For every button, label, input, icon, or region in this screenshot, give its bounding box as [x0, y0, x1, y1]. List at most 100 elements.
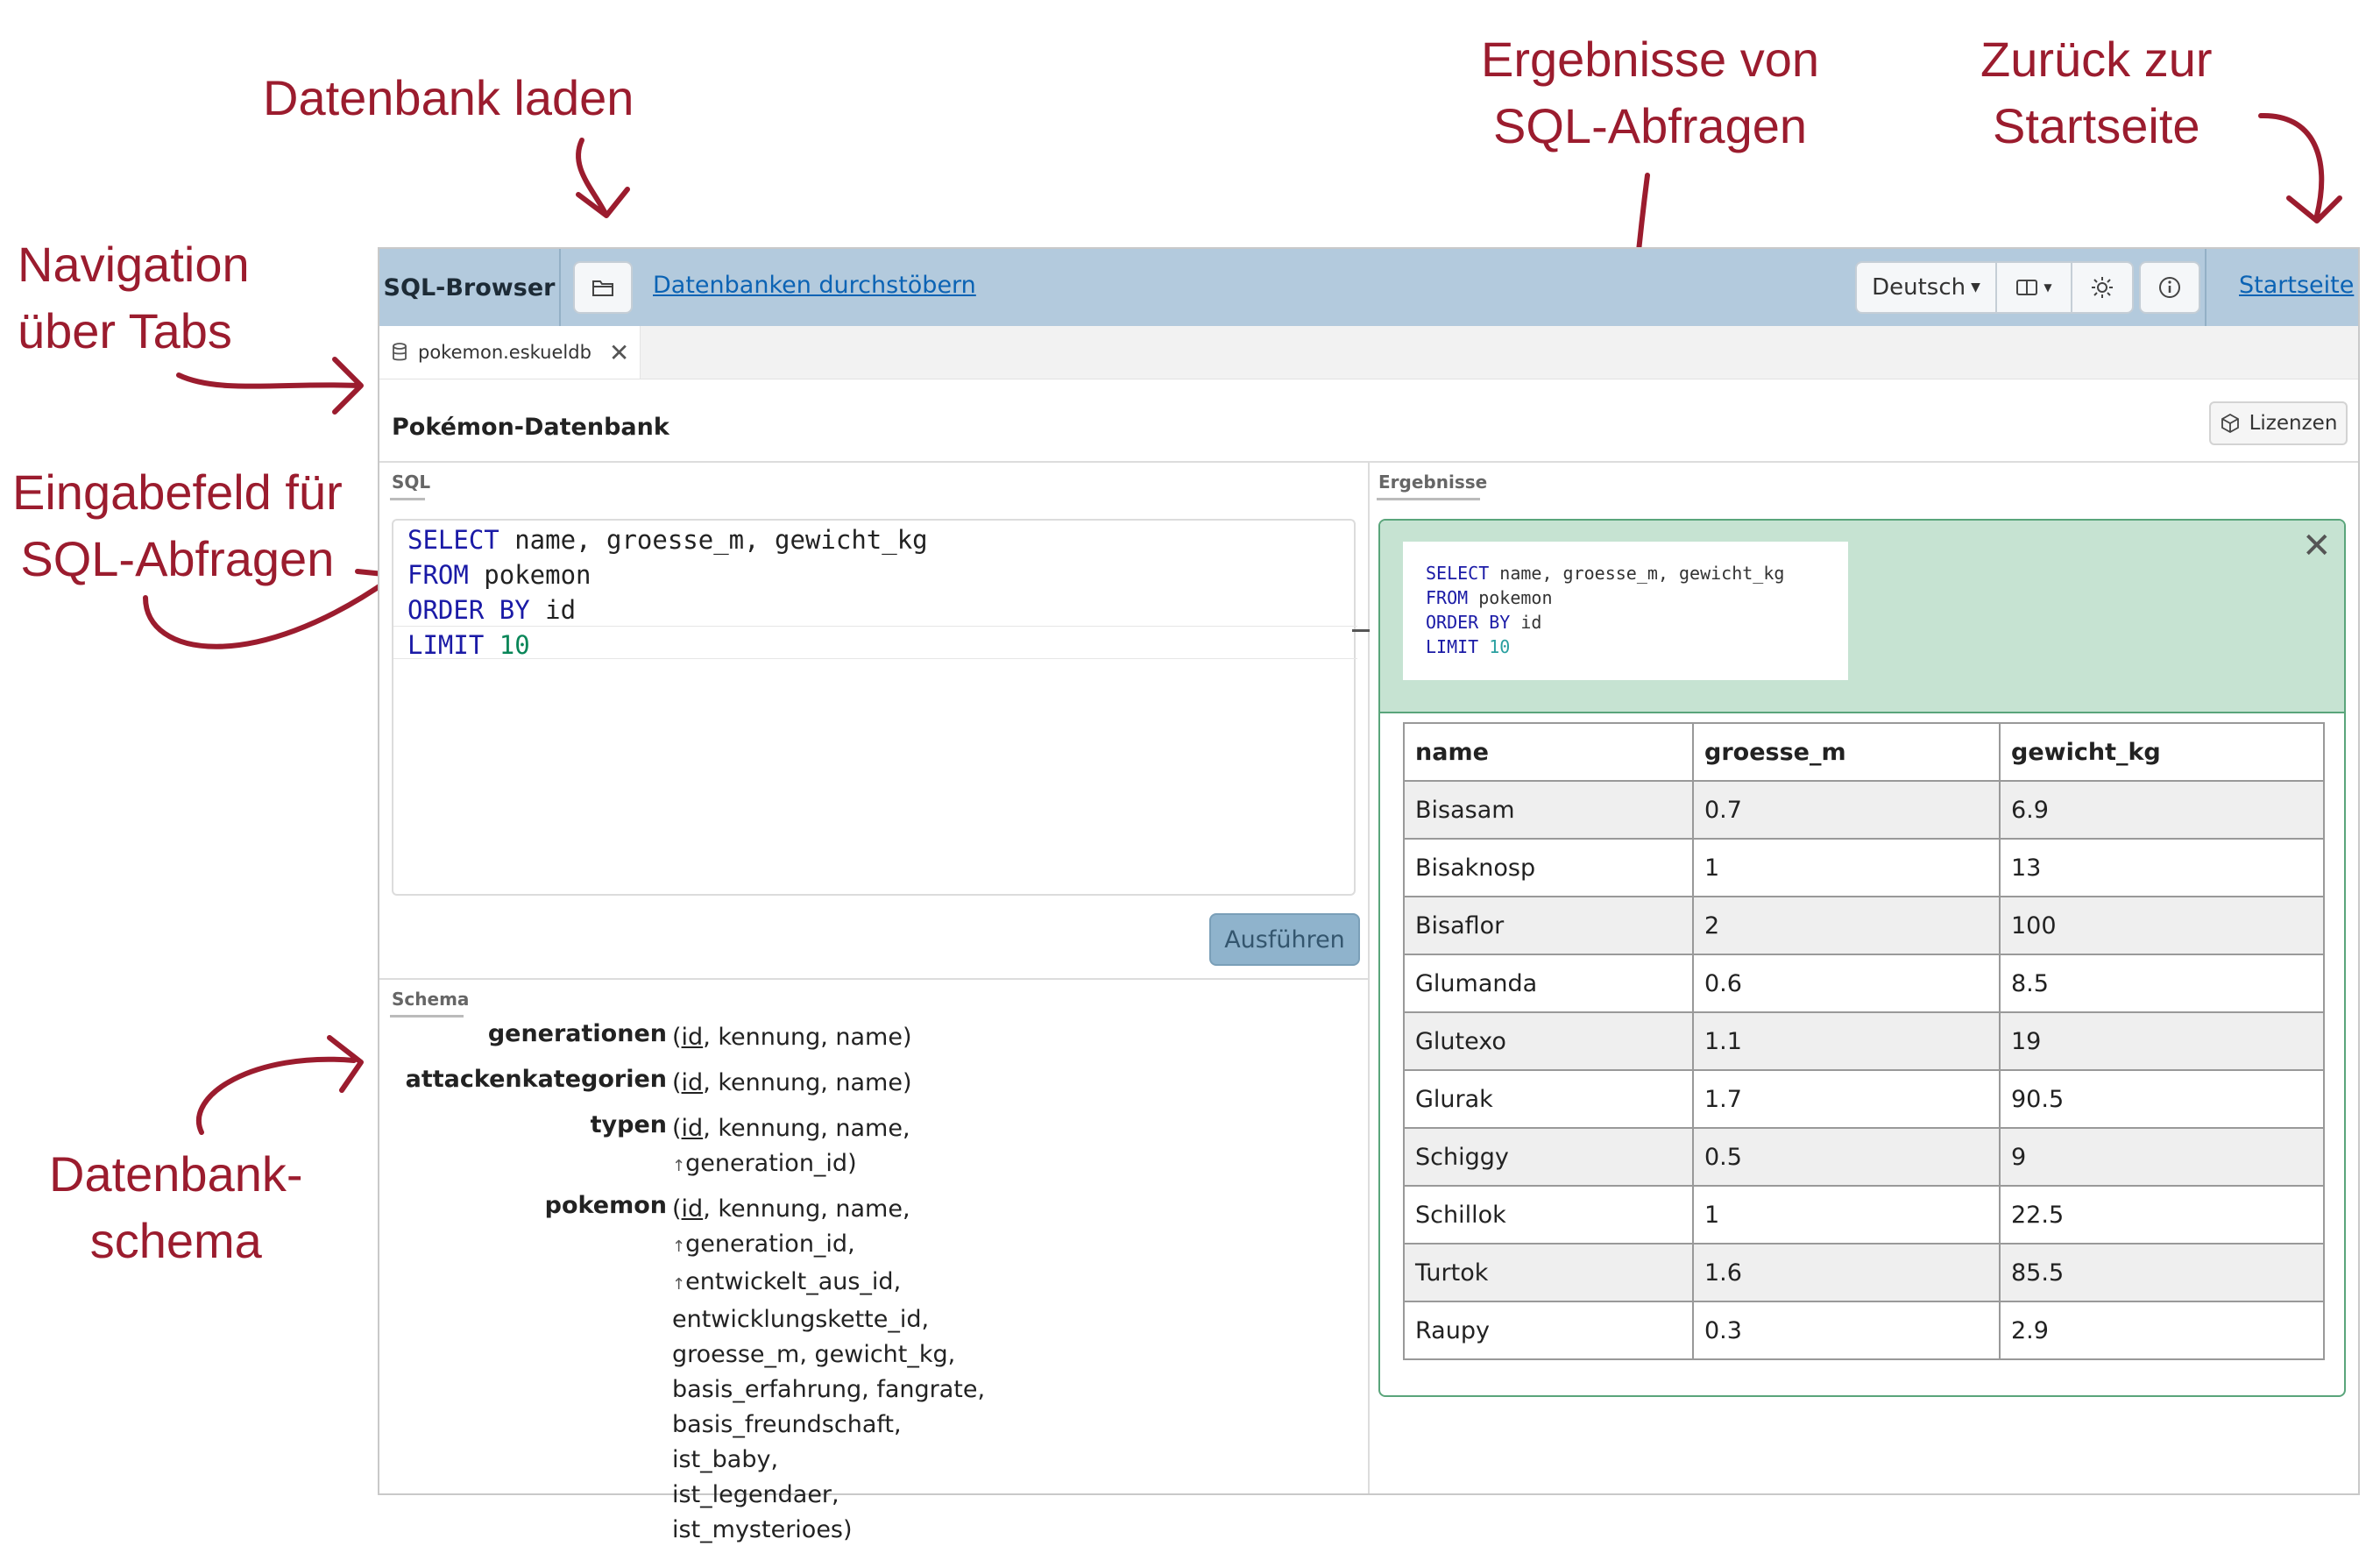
- section-underline: [1377, 498, 1480, 500]
- table-name: pokemon: [544, 1192, 667, 1219]
- sql-text: id: [529, 595, 577, 625]
- schema-table-typen: typen (id, kennung, name, ↑generation_id…: [392, 1111, 1005, 1184]
- sql-text: pokemon: [468, 560, 591, 590]
- cell: 1: [1692, 838, 2001, 897]
- sql-keyword: LIMIT: [1426, 636, 1479, 657]
- table-name: generationen: [487, 1020, 667, 1047]
- cell: 8.5: [1999, 954, 2325, 1013]
- section-underline: [390, 1015, 464, 1018]
- foreign-key-column: generation_id): [685, 1150, 857, 1177]
- table-header-row: name groesse_m gewicht_kg: [1403, 722, 2325, 782]
- cell: 2.9: [1999, 1301, 2325, 1360]
- language-value: Deutsch: [1872, 274, 1966, 301]
- sql-keyword: FROM: [407, 560, 469, 590]
- columns-text: entwicklungskette_id,: [672, 1306, 930, 1333]
- language-select[interactable]: Deutsch ▼: [1855, 261, 1997, 314]
- sql-keyword: SELECT: [1426, 563, 1490, 584]
- close-icon[interactable]: ✕: [609, 338, 629, 367]
- columns-icon: [2016, 280, 2038, 295]
- layout-toggle-button[interactable]: ▼: [1995, 261, 2072, 314]
- tab-pokemon-db[interactable]: pokemon.eskueldb ✕: [379, 326, 641, 379]
- table-columns: (id, kennung, name): [672, 1024, 912, 1051]
- run-query-button[interactable]: Ausführen: [1209, 913, 1360, 966]
- result-panel: SELECT name, groesse_m, gewicht_kg FROM …: [1378, 519, 2346, 1397]
- scroll-marker: [1352, 629, 1370, 632]
- section-underline: [390, 498, 425, 500]
- table-row: Glurak 1.7 90.5: [1403, 1069, 2325, 1129]
- result-header: SELECT name, groesse_m, gewicht_kg FROM …: [1380, 521, 2344, 713]
- sql-editor[interactable]: SELECT name, groesse_m, gewicht_kg FROM …: [392, 519, 1370, 896]
- sql-text: id: [1510, 612, 1542, 633]
- foreign-key-arrow-icon: ↑: [672, 1157, 686, 1175]
- arrow-schema: [196, 1035, 364, 1135]
- results-section-label: Ergebnisse: [1378, 472, 1488, 493]
- browse-databases-link[interactable]: Datenbanken durchstöbern: [653, 272, 976, 299]
- arrow-home: [2258, 112, 2342, 223]
- schema-table-generationen: generationen (id, kennung, name): [392, 1020, 1005, 1055]
- table-row: Glutexo 1.1 19: [1403, 1011, 2325, 1071]
- cell: Bisaflor: [1403, 896, 1694, 955]
- arrow-tabs: [176, 357, 364, 415]
- divider: [379, 978, 1368, 980]
- cell: Raupy: [1403, 1301, 1694, 1360]
- info-icon: [2159, 277, 2180, 298]
- table-row: Schiggy 0.5 9: [1403, 1127, 2325, 1187]
- result-table: name groesse_m gewicht_kg Bisasam 0.7 6.9 …: [1403, 722, 2325, 1360]
- divider: [1368, 463, 1370, 1493]
- info-button[interactable]: [2139, 261, 2200, 314]
- table-row: Raupy 0.3 2.9: [1403, 1301, 2325, 1360]
- columns-text: groesse_m, gewicht_kg,: [672, 1341, 956, 1368]
- arrow-load-database: [575, 138, 630, 218]
- tab-bar: pokemon.eskueldb ✕: [379, 326, 2358, 379]
- foreign-key-column: entwickelt_aus_id,: [685, 1268, 902, 1295]
- columns-text: basis_freundschaft, ist_baby,: [672, 1411, 902, 1473]
- cell: 0.3: [1692, 1301, 2001, 1360]
- table-row: Schillok 1 22.5: [1403, 1185, 2325, 1245]
- sql-number: 10: [499, 630, 530, 660]
- table-name: attackenkategorien: [405, 1066, 667, 1093]
- tab-label: pokemon.eskueldb: [418, 342, 591, 363]
- columns-text: , kennung, name): [703, 1024, 912, 1051]
- cell: 100: [1999, 896, 2325, 955]
- sql-text: name, groesse_m, gewicht_kg: [499, 525, 928, 555]
- cell: Turtok: [1403, 1243, 1694, 1302]
- sql-section-label: SQL: [392, 472, 431, 493]
- sql-keyword: ORDER BY: [407, 595, 530, 625]
- cell: 1.1: [1692, 1011, 2001, 1071]
- cell: 22.5: [1999, 1185, 2325, 1245]
- columns-text: ist_legendaer, ist_mysterioes): [672, 1481, 853, 1543]
- load-database-button[interactable]: [573, 261, 633, 314]
- sql-number: 10: [1489, 636, 1511, 657]
- caret-down-icon: ▼: [2044, 281, 2052, 294]
- table-row: Turtok 1.6 85.5: [1403, 1243, 2325, 1302]
- cell: 0.5: [1692, 1127, 2001, 1187]
- cell: 19: [1999, 1011, 2325, 1071]
- app-window: SQL-Browser Datenbanken durchstöbern Deu…: [378, 247, 2360, 1543]
- folder-icon: [592, 280, 613, 296]
- columns-text: , kennung, name): [703, 1069, 912, 1096]
- cell: 0.7: [1692, 780, 2001, 840]
- cell: Bisasam: [1403, 780, 1694, 840]
- brand-label: SQL-Browser: [379, 249, 561, 326]
- cell: 9: [1999, 1127, 2325, 1187]
- table-columns: (id, kennung, name): [672, 1069, 912, 1096]
- database-icon: [393, 343, 407, 361]
- schema-table-pokemon: pokemon (id, kennung, name, ↑generation_…: [392, 1192, 1005, 1548]
- theme-toggle-button[interactable]: [2071, 261, 2134, 314]
- home-link[interactable]: Startseite: [2239, 272, 2354, 299]
- table-row: Glumanda 0.6 8.5: [1403, 954, 2325, 1013]
- table-row: Bisasam 0.7 6.9: [1403, 780, 2325, 840]
- cell: 90.5: [1999, 1069, 2325, 1129]
- cell: Schiggy: [1403, 1127, 1694, 1187]
- cell: 13: [1999, 838, 2325, 897]
- cell: Schillok: [1403, 1185, 1694, 1245]
- table-columns: (id, kennung, name, ↑generation_id, ↑ent…: [672, 1192, 1005, 1548]
- licenses-label: Lizenzen: [2249, 412, 2338, 435]
- sql-text: name, groesse_m, gewicht_kg: [1489, 563, 1785, 584]
- primary-key: id: [681, 1069, 704, 1096]
- sql-keyword: LIMIT: [407, 630, 485, 660]
- columns-text: , kennung, name,: [703, 1115, 910, 1142]
- sql-code: SELECT name, groesse_m, gewicht_kg FROM …: [407, 522, 928, 663]
- close-icon[interactable]: ✕: [2302, 526, 2332, 566]
- licenses-button[interactable]: Lizenzen: [2209, 401, 2348, 445]
